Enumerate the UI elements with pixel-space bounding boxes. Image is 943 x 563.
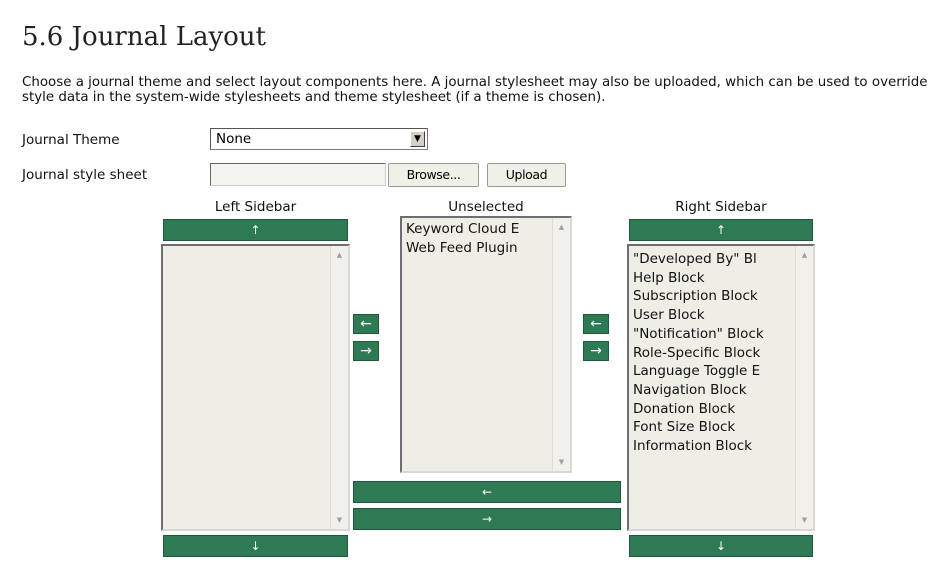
move-to-unselected-from-left-button[interactable]: → xyxy=(353,341,379,361)
list-item[interactable]: Subscription Block xyxy=(633,287,764,306)
right-sidebar-title: Right Sidebar xyxy=(675,199,767,215)
left-sidebar-move-down-button[interactable]: ↓ xyxy=(163,535,348,557)
list-item[interactable]: Help Block xyxy=(633,269,764,288)
journal-theme-value: None xyxy=(216,131,252,147)
scroll-up-icon[interactable]: ▲ xyxy=(553,220,570,234)
unselected-scrollbar[interactable]: ▲ ▼ xyxy=(552,218,570,471)
list-item[interactable]: "Developed By" Bl xyxy=(633,250,764,269)
list-item[interactable]: User Block xyxy=(633,306,764,325)
left-sidebar-title: Left Sidebar xyxy=(214,199,297,215)
upload-button[interactable]: Upload xyxy=(487,163,566,187)
list-item[interactable]: Donation Block xyxy=(633,400,764,419)
list-item[interactable]: Language Toggle E xyxy=(633,362,764,381)
list-item[interactable]: Keyword Cloud E xyxy=(406,220,519,239)
journal-stylesheet-label: Journal style sheet xyxy=(22,167,148,183)
journal-theme-select[interactable]: None ▼ xyxy=(210,128,428,150)
left-sidebar-scrollbar[interactable]: ▲ ▼ xyxy=(330,246,348,529)
move-all-right-button[interactable]: → xyxy=(353,508,621,530)
list-item[interactable]: "Notification" Block xyxy=(633,325,764,344)
list-item[interactable]: Role-Specific Block xyxy=(633,344,764,363)
page-description: Choose a journal theme and select layout… xyxy=(22,75,928,105)
right-sidebar-items: "Developed By" Bl Help Block Subscriptio… xyxy=(633,250,764,456)
scroll-down-icon[interactable]: ▼ xyxy=(331,513,348,527)
move-to-right-sidebar-button[interactable]: → xyxy=(583,341,609,361)
unselected-title: Unselected xyxy=(448,199,524,215)
journal-theme-label: Journal Theme xyxy=(22,132,120,148)
scroll-down-icon[interactable]: ▼ xyxy=(796,513,813,527)
scroll-up-icon[interactable]: ▲ xyxy=(796,248,813,262)
scroll-up-icon[interactable]: ▲ xyxy=(331,248,348,262)
chevron-down-icon[interactable]: ▼ xyxy=(410,131,425,147)
left-sidebar-listbox[interactable]: ▲ ▼ xyxy=(161,244,350,531)
list-item[interactable]: Information Block xyxy=(633,437,764,456)
list-item[interactable]: Font Size Block xyxy=(633,418,764,437)
unselected-listbox[interactable]: Keyword Cloud E Web Feed Plugin ▲ ▼ xyxy=(400,216,572,473)
move-to-unselected-from-right-button[interactable]: ← xyxy=(583,314,609,334)
scroll-down-icon[interactable]: ▼ xyxy=(553,455,570,469)
right-sidebar-listbox[interactable]: "Developed By" Bl Help Block Subscriptio… xyxy=(627,244,815,531)
right-sidebar-move-down-button[interactable]: ↓ xyxy=(629,535,813,557)
browse-button[interactable]: Browse... xyxy=(388,163,479,187)
page-title: 5.6 Journal Layout xyxy=(22,22,266,52)
right-sidebar-scrollbar[interactable]: ▲ ▼ xyxy=(795,246,813,529)
move-to-left-sidebar-button[interactable]: ← xyxy=(353,314,379,334)
stylesheet-file-input[interactable] xyxy=(210,163,386,186)
move-all-left-button[interactable]: ← xyxy=(353,481,621,503)
unselected-items: Keyword Cloud E Web Feed Plugin xyxy=(406,220,519,257)
right-sidebar-move-up-button[interactable]: ↑ xyxy=(629,219,813,241)
list-item[interactable]: Web Feed Plugin xyxy=(406,239,519,258)
list-item[interactable]: Navigation Block xyxy=(633,381,764,400)
left-sidebar-move-up-button[interactable]: ↑ xyxy=(163,219,348,241)
